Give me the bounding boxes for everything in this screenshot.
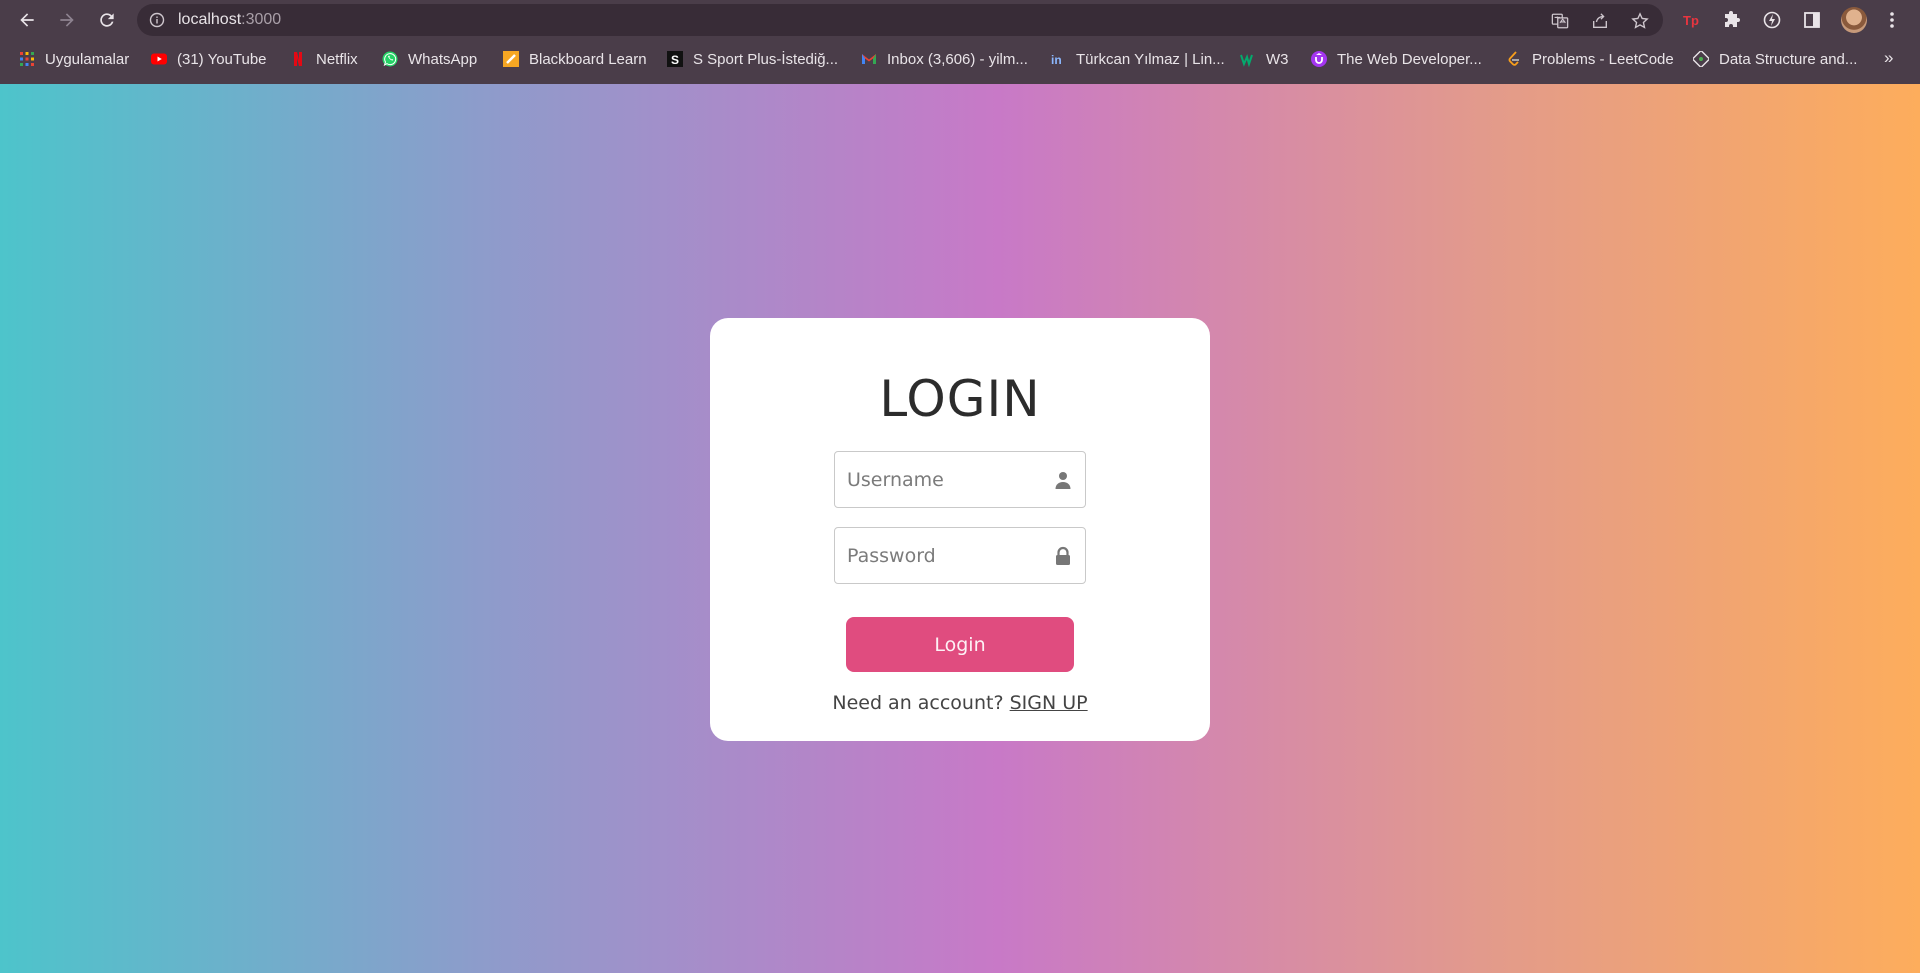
site-info-icon[interactable] — [149, 12, 165, 28]
translate-icon — [1551, 13, 1569, 29]
bookmark-item[interactable]: in Türkcan Yılmaz | Lin... — [1050, 48, 1225, 70]
svg-text:Tp: Tp — [1683, 13, 1699, 28]
bookmark-item[interactable]: (31) YouTube — [151, 48, 267, 70]
leetcode-icon — [1506, 51, 1522, 67]
performance-button[interactable] — [1760, 8, 1784, 32]
bookmark-star-button[interactable] — [1630, 11, 1650, 31]
browser-menu-button[interactable] — [1880, 8, 1904, 32]
profile-avatar[interactable] — [1841, 7, 1867, 33]
password-field — [834, 527, 1086, 584]
bookmark-label: Inbox (3,606) - yilm... — [887, 50, 1028, 68]
bookmark-label: S Sport Plus-İstediğ... — [693, 50, 839, 68]
bookmark-label: Blackboard Learn — [529, 50, 647, 68]
page-background: LOGIN Login Need an account? SIGN UP — [0, 84, 1920, 973]
reload-button[interactable] — [93, 6, 121, 34]
extension-tp-button[interactable]: Tp — [1680, 8, 1704, 32]
star-icon — [1631, 12, 1649, 29]
bookmark-label: Problems - LeetCode — [1532, 50, 1674, 68]
login-title: LOGIN — [879, 370, 1041, 428]
svg-text:S: S — [671, 53, 679, 67]
w3-icon — [1240, 51, 1256, 67]
username-field — [834, 451, 1086, 508]
udemy-icon — [1311, 51, 1327, 67]
user-icon — [1053, 470, 1073, 490]
bookmark-label: Data Structure and... — [1719, 50, 1858, 68]
whatsapp-icon — [382, 51, 398, 67]
bookmark-item[interactable]: Netflix — [290, 48, 358, 70]
lightning-circle-icon — [1763, 11, 1781, 29]
forward-button[interactable] — [53, 6, 81, 34]
ssport-icon: S — [667, 51, 683, 67]
netflix-icon — [290, 51, 306, 67]
bookmark-item[interactable]: S S Sport Plus-İstediğ... — [667, 48, 838, 70]
signup-prompt: Need an account? SIGN UP — [710, 692, 1210, 714]
browser-toolbar: localhost:3000 Tp — [0, 0, 1920, 40]
side-panel-icon — [1804, 12, 1820, 28]
bookmark-item[interactable]: The Web Developer... — [1311, 48, 1482, 70]
login-button[interactable]: Login — [846, 617, 1074, 672]
bookmark-label: W3 — [1266, 50, 1289, 68]
svg-text:in: in — [1051, 53, 1062, 67]
blackboard-icon — [503, 51, 519, 67]
translate-button[interactable] — [1550, 11, 1570, 31]
extensions-button[interactable] — [1720, 8, 1744, 32]
password-input[interactable] — [835, 528, 1085, 583]
forward-arrow-icon — [60, 13, 74, 27]
bookmarks-bar: Uygulamalar (31) YouTube Netflix WhatsAp… — [0, 44, 1920, 76]
address-bar[interactable]: localhost:3000 — [137, 4, 1663, 36]
bookmark-label: WhatsApp — [408, 50, 478, 68]
datastructure-icon — [1693, 51, 1709, 67]
bookmark-item[interactable]: Uygulamalar — [19, 48, 129, 70]
browser-chrome: localhost:3000 Tp Uygulamalar (31) YouTu… — [0, 0, 1920, 84]
tp-extension-icon: Tp — [1683, 13, 1699, 28]
bookmark-item[interactable]: Data Structure and... — [1693, 48, 1857, 70]
bookmark-item[interactable]: W3 — [1240, 48, 1289, 70]
apps-grid-icon — [19, 51, 35, 67]
lock-icon — [1053, 546, 1073, 566]
share-button[interactable] — [1590, 11, 1610, 31]
gmail-icon — [861, 51, 877, 67]
bookmark-label: The Web Developer... — [1337, 50, 1482, 68]
username-input[interactable] — [835, 452, 1085, 507]
url-text: localhost:3000 — [178, 12, 281, 28]
login-card: LOGIN Login Need an account? SIGN UP — [710, 318, 1210, 741]
url-host: localhost — [178, 11, 242, 28]
puzzle-icon — [1725, 11, 1740, 27]
bookmark-label: Netflix — [316, 50, 358, 68]
bookmark-label: (31) YouTube — [177, 50, 267, 68]
kebab-menu-icon — [1890, 12, 1894, 28]
url-port: :3000 — [241, 11, 282, 28]
signup-prompt-text: Need an account? — [832, 692, 1004, 714]
bookmark-label: Uygulamalar — [45, 50, 130, 68]
bookmark-item[interactable]: Blackboard Learn — [503, 48, 647, 70]
back-arrow-icon — [20, 13, 34, 27]
bookmark-label: Türkcan Yılmaz | Lin... — [1076, 50, 1225, 68]
share-icon — [1593, 13, 1607, 28]
bookmark-item[interactable]: Inbox (3,606) - yilm... — [861, 48, 1028, 70]
youtube-icon — [151, 51, 167, 67]
side-panel-button[interactable] — [1800, 8, 1824, 32]
back-button[interactable] — [13, 6, 41, 34]
bookmark-item[interactable]: WhatsApp — [382, 48, 477, 70]
reload-icon — [100, 13, 114, 27]
linkedin-icon: in — [1050, 51, 1066, 67]
bookmarks-overflow-button[interactable]: » — [1884, 48, 1893, 68]
bookmark-item[interactable]: Problems - LeetCode — [1506, 48, 1674, 70]
signup-link[interactable]: SIGN UP — [1010, 692, 1088, 714]
